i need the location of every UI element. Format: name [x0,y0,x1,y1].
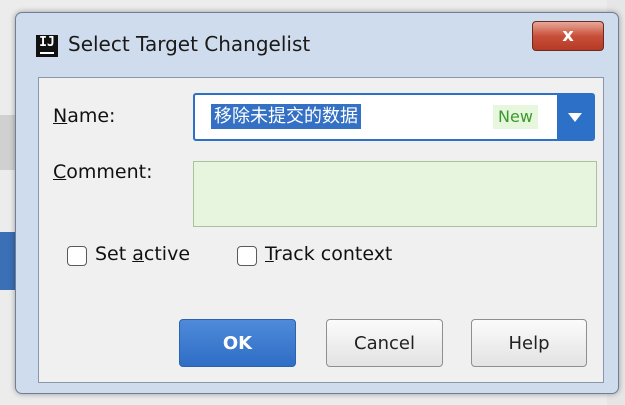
select-target-changelist-dialog: IJ Select Target Changelist x Name: 移除未提… [15,12,619,394]
dialog-title: Select Target Changelist [68,32,311,56]
intellij-logo-icon: IJ [36,35,58,57]
name-input-value[interactable]: 移除未提交的数据 [211,104,361,129]
comment-textarea[interactable] [193,161,597,227]
new-badge: New [493,105,538,129]
name-combobox[interactable]: 移除未提交的数据 New [193,93,595,141]
dialog-content: Name: 移除未提交的数据 New Comment: Set active T… [38,77,604,383]
set-active-prefix: Set [95,243,133,265]
comment-label-mnemonic: C [53,161,67,183]
title-bar[interactable]: IJ Select Target Changelist x [16,13,618,71]
track-context-suffix: rack context [273,243,393,265]
set-active-mnemonic: a [132,243,144,265]
help-button[interactable]: Help [471,319,587,367]
track-context-checkbox[interactable] [237,246,257,266]
track-context-label[interactable]: Track context [265,243,392,265]
name-dropdown-button[interactable] [557,95,593,139]
close-button[interactable]: x [532,21,604,51]
comment-label-text: omment: [66,161,153,183]
chevron-down-icon [568,112,582,122]
set-active-suffix: ctive [143,243,191,265]
name-label: Name: [53,105,115,127]
name-label-text: ame: [67,105,116,127]
cancel-button[interactable]: Cancel [326,319,443,367]
name-label-mnemonic: N [53,105,68,127]
ok-button[interactable]: OK [179,319,296,367]
track-context-mnemonic: T [265,243,274,265]
comment-label: Comment: [53,161,153,183]
set-active-checkbox[interactable] [67,246,87,266]
set-active-label[interactable]: Set active [95,243,190,265]
app-icon-text: IJ [39,35,55,50]
close-icon: x [562,25,574,46]
